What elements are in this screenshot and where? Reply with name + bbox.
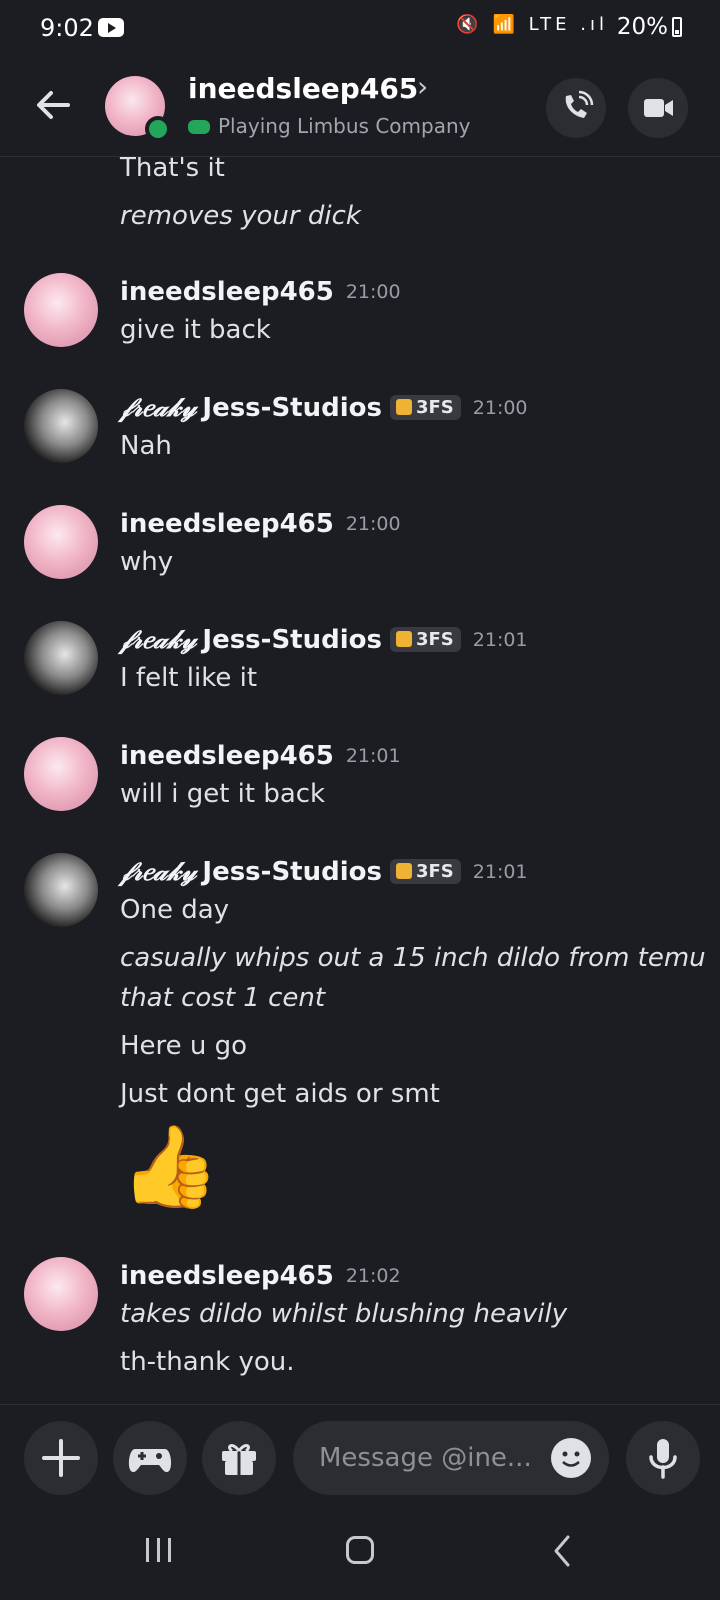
message-text: give it back: [120, 315, 271, 345]
status-bar: 9:02 🔇 📶 LTE .ıl 20%: [0, 0, 720, 56]
author-prefix: 𝒻𝓇𝑒𝒶𝓀𝓎: [120, 857, 197, 887]
message-text: will i get it back: [120, 779, 326, 809]
chevron-right-icon[interactable]: ›: [417, 70, 428, 103]
message-author[interactable]: 𝒻𝓇𝑒𝒶𝓀𝓎 Jess-Studios 3FS 21:01: [120, 857, 528, 888]
online-status-icon: [145, 116, 171, 142]
message-composer: Message @ine...: [0, 1404, 720, 1509]
message-text: I felt like it: [120, 663, 258, 693]
author-name: Jess-Studios: [202, 625, 382, 655]
message-input-placeholder: Message @ine...: [319, 1443, 532, 1473]
message-list[interactable]: That's it removes your dick ineedsleep46…: [0, 157, 720, 1402]
message-text: Just dont get aids or smt: [120, 1079, 440, 1109]
dm-header: ineedsleep465 › Playing Limbus Company: [0, 60, 720, 157]
home-icon[interactable]: [346, 1536, 374, 1564]
call-button[interactable]: [546, 78, 606, 138]
plus-icon: [42, 1439, 80, 1477]
video-camera-icon: [644, 99, 673, 117]
message-text: removes your dick: [120, 201, 361, 231]
gift-button[interactable]: [202, 1421, 276, 1495]
message-timestamp: 21:01: [472, 629, 528, 651]
crown-icon: [395, 863, 412, 879]
message-timestamp: 21:00: [345, 281, 401, 303]
thumbs-up-emoji: 👍: [120, 1120, 220, 1213]
author-name: ineedsleep465: [120, 509, 334, 539]
message-input[interactable]: Message @ine...: [293, 1421, 609, 1495]
server-tag[interactable]: 3FS: [389, 627, 461, 652]
message-text: that cost 1 cent: [120, 983, 326, 1013]
emoji-icon[interactable]: [551, 1438, 591, 1478]
message-author[interactable]: ineedsleep465 21:02: [120, 1261, 401, 1291]
avatar[interactable]: [24, 737, 98, 811]
author-name: ineedsleep465: [120, 277, 334, 307]
crown-icon: [395, 399, 412, 415]
message-timestamp: 21:01: [472, 861, 528, 883]
status-icons: 🔇 📶 LTE .ıl: [456, 14, 608, 35]
message-author[interactable]: 𝒻𝓇𝑒𝒶𝓀𝓎 Jess-Studios 3FS 21:00: [120, 393, 528, 424]
dm-username[interactable]: ineedsleep465: [188, 72, 418, 105]
avatar[interactable]: [24, 1257, 98, 1331]
message-timestamp: 21:02: [345, 1265, 401, 1287]
message-text: One day: [120, 895, 230, 925]
battery-percent: 20%: [616, 14, 668, 40]
battery-icon: [672, 17, 682, 37]
message-text: why: [120, 547, 174, 577]
message-text: That's it: [120, 157, 225, 183]
message-author[interactable]: ineedsleep465 21:01: [120, 741, 401, 771]
avatar[interactable]: [24, 853, 98, 927]
author-prefix: 𝒻𝓇𝑒𝒶𝓀𝓎: [120, 625, 197, 655]
gamepad-icon: [128, 1449, 172, 1473]
message-text: th-thank you.: [120, 1347, 295, 1377]
avatar[interactable]: [24, 505, 98, 579]
status-time: 9:02: [40, 14, 94, 42]
message-text: casually whips out a 15 inch dildo from …: [120, 943, 706, 973]
avatar[interactable]: [24, 273, 98, 347]
message-timestamp: 21:00: [345, 513, 401, 535]
crown-icon: [395, 631, 412, 647]
message-author[interactable]: ineedsleep465 21:00: [120, 277, 401, 307]
author-name: Jess-Studios: [202, 857, 382, 887]
gift-icon: [222, 1444, 256, 1475]
youtube-icon: [98, 18, 124, 37]
author-name: ineedsleep465: [120, 1261, 334, 1291]
server-tag[interactable]: 3FS: [389, 395, 461, 420]
recents-icon[interactable]: [146, 1538, 172, 1562]
add-attachment-button[interactable]: [24, 1421, 98, 1495]
author-name: ineedsleep465: [120, 741, 334, 771]
message-author[interactable]: ineedsleep465 21:00: [120, 509, 401, 539]
activities-button[interactable]: [113, 1421, 187, 1495]
back-arrow-icon[interactable]: [30, 82, 76, 128]
activity-game: Limbus Company: [297, 114, 471, 138]
message-timestamp: 21:00: [472, 397, 528, 419]
avatar[interactable]: [24, 389, 98, 463]
activity-prefix: Playing: [218, 114, 297, 138]
message-text: takes dildo whilst blushing heavily: [120, 1299, 568, 1329]
message-timestamp: 21:01: [345, 745, 401, 767]
video-call-button[interactable]: [628, 78, 688, 138]
activity-status: Playing Limbus Company: [188, 114, 470, 138]
message-text: Nah: [120, 431, 172, 461]
message-author[interactable]: 𝒻𝓇𝑒𝒶𝓀𝓎 Jess-Studios 3FS 21:01: [120, 625, 528, 656]
phone-call-icon: [565, 90, 594, 118]
server-tag[interactable]: 3FS: [389, 859, 461, 884]
message-text: Here u go: [120, 1031, 248, 1061]
microphone-icon: [649, 1439, 677, 1479]
author-prefix: 𝒻𝓇𝑒𝒶𝓀𝓎: [120, 393, 197, 423]
system-navigation-bar: [0, 1508, 720, 1600]
back-icon[interactable]: [552, 1534, 572, 1568]
gamepad-icon: [188, 120, 210, 134]
voice-message-button[interactable]: [626, 1421, 700, 1495]
avatar[interactable]: [24, 621, 98, 695]
author-name: Jess-Studios: [202, 393, 382, 423]
